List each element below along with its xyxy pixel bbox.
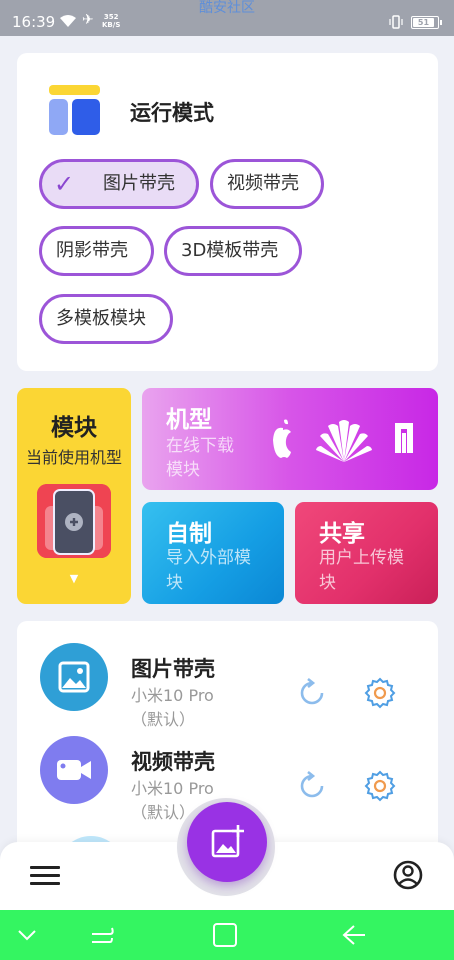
status-center-title: 酷安社区 bbox=[199, 0, 255, 16]
add-image-fab[interactable] bbox=[187, 802, 267, 882]
model-tile[interactable]: 机型 在线下载模块 bbox=[142, 388, 438, 490]
battery-icon: 51 bbox=[411, 16, 442, 29]
run-mode-card: 运行模式 ✓ 图片带壳 视频带壳 阴影带壳 3D模板带壳 多模板模块 bbox=[17, 53, 438, 371]
phone-module-icon bbox=[37, 484, 111, 558]
custom-tile[interactable]: 自制 导入外部模块 bbox=[142, 502, 284, 604]
share-tile-title: 共享 bbox=[319, 521, 365, 547]
model-tile-subtitle: 在线下载模块 bbox=[166, 436, 234, 480]
gear-icon[interactable] bbox=[364, 770, 396, 802]
add-photo-icon bbox=[211, 825, 244, 858]
mode-chip-image-shell[interactable]: ✓ 图片带壳 bbox=[39, 159, 199, 209]
chevron-down-icon[interactable]: ▼ bbox=[17, 572, 131, 585]
mode-chip-shadow-shell[interactable]: 阴影带壳 bbox=[39, 226, 154, 276]
module-name: 图片带壳 bbox=[131, 657, 215, 681]
video-icon bbox=[57, 760, 91, 780]
status-bar: 16:39 ✈ 352 KB/S 酷安社区 51 bbox=[0, 0, 454, 36]
layout-logo-icon bbox=[49, 85, 100, 135]
module-tile-subtitle: 当前使用机型 bbox=[25, 448, 122, 467]
mode-chip-multi-template[interactable]: 多模板模块 bbox=[39, 294, 173, 344]
custom-tile-subtitle: 导入外部模块 bbox=[166, 548, 251, 593]
custom-tile-title: 自制 bbox=[166, 521, 212, 547]
module-avatar bbox=[40, 736, 108, 804]
module-avatar bbox=[40, 643, 108, 711]
module-device: 小米10 Pro （默认） bbox=[131, 686, 214, 729]
module-name: 视频带壳 bbox=[131, 750, 215, 774]
share-tile-subtitle: 用户上传模块 bbox=[319, 548, 404, 593]
wifi-icon bbox=[60, 15, 76, 27]
check-icon: ✓ bbox=[54, 170, 75, 198]
chevron-down-icon[interactable] bbox=[16, 922, 38, 948]
image-icon bbox=[58, 661, 90, 693]
list-item[interactable]: 图片带壳 小米10 Pro （默认） bbox=[17, 633, 438, 729]
huawei-icon bbox=[316, 420, 372, 462]
model-tile-title: 机型 bbox=[166, 407, 212, 433]
gear-icon[interactable] bbox=[364, 677, 396, 709]
account-icon[interactable] bbox=[392, 859, 424, 891]
vibrate-icon bbox=[389, 15, 403, 29]
mode-chip-video-shell[interactable]: 视频带壳 bbox=[210, 159, 324, 209]
menu-icon[interactable] bbox=[30, 864, 60, 888]
battery-level: 51 bbox=[413, 18, 434, 27]
run-mode-title: 运行模式 bbox=[130, 101, 214, 125]
back-icon[interactable] bbox=[340, 922, 368, 948]
refresh-icon[interactable] bbox=[298, 770, 326, 800]
home-icon[interactable] bbox=[212, 922, 238, 948]
xiaomi-icon bbox=[395, 423, 413, 453]
share-tile[interactable]: 共享 用户上传模块 bbox=[295, 502, 438, 604]
apple-icon bbox=[273, 419, 291, 458]
recents-icon[interactable] bbox=[88, 922, 116, 948]
module-tile-title: 模块 bbox=[51, 415, 97, 441]
system-nav-bar bbox=[0, 910, 454, 960]
mode-chip-3d-template[interactable]: 3D模板带壳 bbox=[164, 226, 302, 276]
refresh-icon[interactable] bbox=[298, 677, 326, 707]
module-tile[interactable]: 模块 当前使用机型 ▼ bbox=[17, 388, 131, 604]
